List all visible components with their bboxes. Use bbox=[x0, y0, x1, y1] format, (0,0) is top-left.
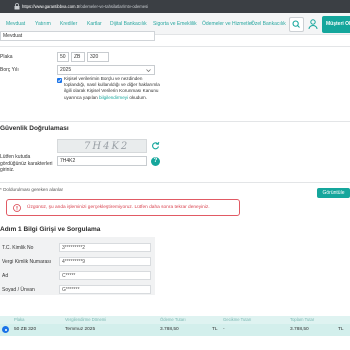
owner-title: Adım 1 Bilgi Girişi ve Sorgulama bbox=[0, 226, 101, 233]
owner-field-value: G******* bbox=[59, 285, 151, 294]
owner-field-value: C***** bbox=[59, 271, 151, 280]
column-header-delay: Gecikme Tutarı bbox=[223, 317, 252, 322]
plate-city-input[interactable]: 50 bbox=[57, 52, 69, 62]
column-header-period: Vergilendirme Dönemi bbox=[65, 317, 107, 322]
divider bbox=[0, 182, 350, 183]
row-delay: - bbox=[223, 327, 225, 332]
table-header: Plaka Vergilendirme Dönemi Ödeme Tutarı … bbox=[0, 316, 350, 324]
divider bbox=[0, 121, 350, 122]
consent-link[interactable]: bilgilendirmeyi bbox=[99, 95, 128, 100]
owner-field-value: 4*********9 bbox=[59, 257, 151, 266]
url-host: https://www.garantibbva.com.tr bbox=[22, 4, 80, 9]
refresh-icon[interactable] bbox=[151, 141, 160, 150]
required-note: * Doldurulması gereken alanlar bbox=[0, 187, 64, 192]
check-icon bbox=[57, 79, 62, 83]
user-icon[interactable] bbox=[307, 18, 319, 30]
plate-letters-input[interactable]: ZB bbox=[71, 52, 85, 62]
captcha-label: Lütfen kutuda gördüğünüz karakterleri gi… bbox=[0, 154, 53, 173]
year-select-value: 2025 bbox=[60, 67, 72, 73]
top-field[interactable]: Mevduat bbox=[0, 31, 155, 41]
captcha-input[interactable]: 7H4K2 bbox=[57, 156, 147, 166]
year-label: Borç Yılı bbox=[0, 67, 19, 73]
owner-info-panel: T.C. Kimlik No 3*********2 Vergi Kimlik … bbox=[0, 237, 155, 295]
error-message: Üzgünüz, şu anda işleminizi gerçekleştir… bbox=[27, 205, 210, 210]
owner-field-label: T.C. Kimlik No bbox=[2, 245, 34, 251]
row-period: Temmuz 2025 bbox=[65, 327, 96, 332]
become-customer-button[interactable]: Müşteri Ol bbox=[322, 16, 350, 33]
captcha-image-text: 7H4K2 bbox=[84, 141, 130, 152]
captcha-image: 7H4K2 bbox=[57, 139, 147, 153]
row-total: 3.788,50 bbox=[290, 327, 309, 332]
verification-title: Güvenlik Doğrulaması bbox=[0, 125, 69, 132]
row-plate: 50 ZB 320 bbox=[14, 327, 37, 332]
nav-item-sigorta[interactable]: Sigorta ve Emeklilik bbox=[153, 13, 197, 35]
owner-field-label: Ad bbox=[2, 273, 9, 279]
consent-text: Kişisel verilerimin Borçlu ve nezdinden … bbox=[64, 76, 164, 101]
row-amount: 3.788,50 bbox=[160, 327, 179, 332]
consent-checkbox[interactable] bbox=[57, 78, 62, 83]
chevron-down-icon bbox=[146, 69, 151, 72]
row-radio[interactable] bbox=[2, 326, 9, 333]
error-alert: Üzgünüz, şu anda işleminizi gerçekleştir… bbox=[6, 199, 240, 216]
row-total-currency: TL bbox=[338, 327, 344, 332]
warning-icon bbox=[13, 204, 21, 212]
submit-button[interactable]: Görüntüle bbox=[317, 188, 350, 198]
address-bar[interactable]: https://www.garantibbva.com.tr/odemeler-… bbox=[22, 3, 282, 10]
divider bbox=[0, 46, 350, 47]
row-amount-currency: TL bbox=[212, 327, 218, 332]
column-header-plate: Plaka bbox=[14, 317, 25, 322]
plate-label: Plaka bbox=[0, 54, 13, 60]
column-header-amount: Ödeme Tutarı bbox=[160, 317, 186, 322]
url-path: /odemeler-ve-tahsilatlar/mtv-odemesi bbox=[79, 4, 149, 9]
plate-number-input[interactable]: 320 bbox=[87, 52, 109, 62]
owner-field-label: Vergi Kimlik Numarası bbox=[2, 259, 52, 265]
year-select[interactable]: 2025 bbox=[57, 65, 155, 75]
table-row[interactable]: 50 ZB 320 Temmuz 2025 3.788,50 TL - 3.78… bbox=[0, 324, 350, 336]
browser-chrome: https://www.garantibbva.com.tr/odemeler-… bbox=[0, 0, 350, 13]
nav-item-ozel-bankacilik[interactable]: Özel Bankacılık bbox=[251, 13, 286, 35]
owner-field-value: 3*********2 bbox=[59, 243, 151, 252]
consent-text-suffix: okudum. bbox=[128, 94, 148, 100]
search-button[interactable] bbox=[289, 17, 304, 32]
nav-item-odemeler[interactable]: Ödemeler ve Hizmetler bbox=[202, 13, 253, 35]
owner-field-label: Soyad / Ünvan bbox=[2, 287, 35, 293]
help-icon[interactable]: ? bbox=[151, 157, 160, 166]
column-header-total: Toplam Tutar bbox=[290, 317, 315, 322]
lock-icon bbox=[14, 3, 20, 10]
search-icon bbox=[292, 20, 300, 28]
